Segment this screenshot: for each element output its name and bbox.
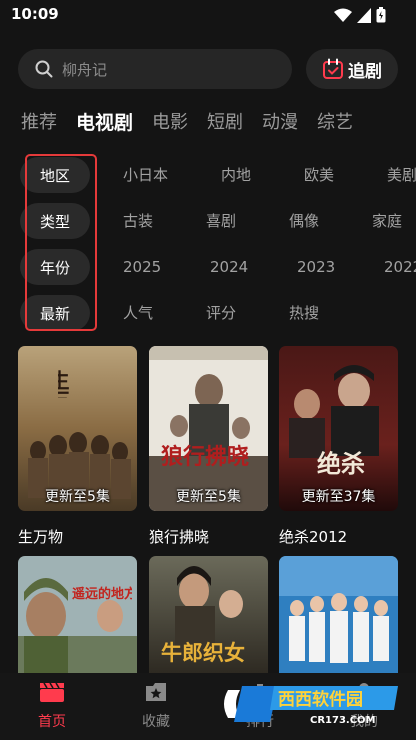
battery-icon <box>376 7 386 23</box>
svg-text:牛郎织女: 牛郎织女 <box>161 640 245 665</box>
calendar-check-icon <box>323 58 343 79</box>
tab-tv-series[interactable]: 电视剧 <box>76 108 133 135</box>
poster-title[interactable]: 生万物 <box>18 526 63 547</box>
status-bar: 10:09 <box>0 0 416 30</box>
filter-sort-head[interactable]: 最新 <box>20 295 90 331</box>
nav-home-label: 首页 <box>38 714 66 730</box>
poster-card[interactable]: 遥远的地方 <box>18 556 137 673</box>
filter-option[interactable]: 偶像 <box>289 203 319 239</box>
poster-card[interactable]: 牛郎织女 <box>149 556 268 673</box>
filter-option[interactable]: 2022 <box>384 249 416 285</box>
nav-favorites[interactable]: 收藏 <box>126 681 186 731</box>
svg-text:CR173.COM: CR173.COM <box>310 715 376 726</box>
episode-badge: 更新至5集 <box>45 489 110 505</box>
filter-row-type: 类型 古装 喜剧 偶像 家庭 <box>0 203 416 239</box>
filter-option[interactable]: 2023 <box>297 249 335 285</box>
filter-option[interactable]: 小日本 <box>123 157 168 193</box>
follow-drama-label: 追剧 <box>348 61 382 82</box>
svg-text:绝杀: 绝杀 <box>317 449 365 478</box>
tab-movies[interactable]: 电影 <box>152 108 188 135</box>
filter-year-head[interactable]: 年份 <box>20 249 90 285</box>
episode-badge: 更新至5集 <box>176 489 241 505</box>
poster-title[interactable]: 狼行拂晓 <box>149 526 209 547</box>
poster-card[interactable]: 绝杀 更新至37集 <box>279 346 398 511</box>
filter-type-head[interactable]: 类型 <box>20 203 90 239</box>
follow-drama-button[interactable]: 追剧 <box>306 49 398 89</box>
filter-option[interactable]: 喜剧 <box>206 203 236 239</box>
status-time: 10:09 <box>11 5 59 23</box>
svg-text:西西软件园: 西西软件园 <box>278 689 363 710</box>
filter-row-sort: 最新 人气 评分 热搜 <box>0 295 416 331</box>
nav-favorites-label: 收藏 <box>142 714 170 730</box>
status-icons <box>334 7 386 23</box>
filter-option[interactable]: 评分 <box>206 295 236 331</box>
filter-option[interactable]: 古装 <box>123 203 153 239</box>
filter-option[interactable]: 热搜 <box>289 295 319 331</box>
filter-option[interactable]: 欧美 <box>304 157 334 193</box>
wifi-icon <box>334 8 352 22</box>
filter-option[interactable]: 人气 <box>123 295 153 331</box>
filter-option[interactable]: 美剧 <box>387 157 416 193</box>
poster-card[interactable] <box>279 556 398 673</box>
clapperboard-icon <box>40 682 64 702</box>
site-watermark: 西西软件园 CR173.COM <box>218 680 404 728</box>
search-input[interactable]: 柳舟记 <box>18 49 292 89</box>
filter-option[interactable]: 2025 <box>123 249 161 285</box>
svg-text:遥远的地方: 遥远的地方 <box>72 586 132 602</box>
signal-icon <box>357 7 371 23</box>
filter-option[interactable]: 内地 <box>221 157 251 193</box>
search-icon <box>35 60 53 78</box>
poster-title-art: 绝杀 <box>317 449 365 478</box>
filter-row-region: 地区 小日本 内地 欧美 美剧 <box>0 157 416 193</box>
episode-badge: 更新至37集 <box>301 489 376 505</box>
tab-short-drama[interactable]: 短剧 <box>207 108 243 135</box>
poster-image <box>279 556 398 673</box>
svg-text:生万物: 生万物 <box>58 370 70 398</box>
nav-home[interactable]: 首页 <box>22 681 82 731</box>
poster-title-art: 牛郎织女 <box>161 640 245 665</box>
search-placeholder: 柳舟记 <box>62 60 108 79</box>
filter-row-year: 年份 2025 2024 2023 2022 <box>0 249 416 285</box>
poster-title-art: 遥远的地方 <box>72 586 132 602</box>
poster-card[interactable]: 生万物 更新至5集 <box>18 346 137 511</box>
svg-text:狼行拂晓: 狼行拂晓 <box>161 444 249 470</box>
filter-option[interactable]: 家庭 <box>372 203 402 239</box>
poster-title-art: 狼行拂晓 <box>161 444 249 470</box>
filter-option[interactable]: 2024 <box>210 249 248 285</box>
poster-title-art: 生万物 <box>58 370 70 398</box>
category-tabs: 推荐 电视剧 电影 短剧 动漫 综艺 <box>21 108 372 135</box>
tab-variety[interactable]: 综艺 <box>317 108 353 135</box>
poster-title[interactable]: 绝杀2012 <box>279 526 347 547</box>
watermark-logo: 西西软件园 CR173.COM <box>224 686 398 726</box>
star-box-icon <box>146 683 166 701</box>
filter-region-head[interactable]: 地区 <box>20 157 90 193</box>
poster-card[interactable]: 狼行拂晓 更新至5集 <box>149 346 268 511</box>
tab-recommend[interactable]: 推荐 <box>21 108 57 135</box>
tab-anime[interactable]: 动漫 <box>262 108 298 135</box>
